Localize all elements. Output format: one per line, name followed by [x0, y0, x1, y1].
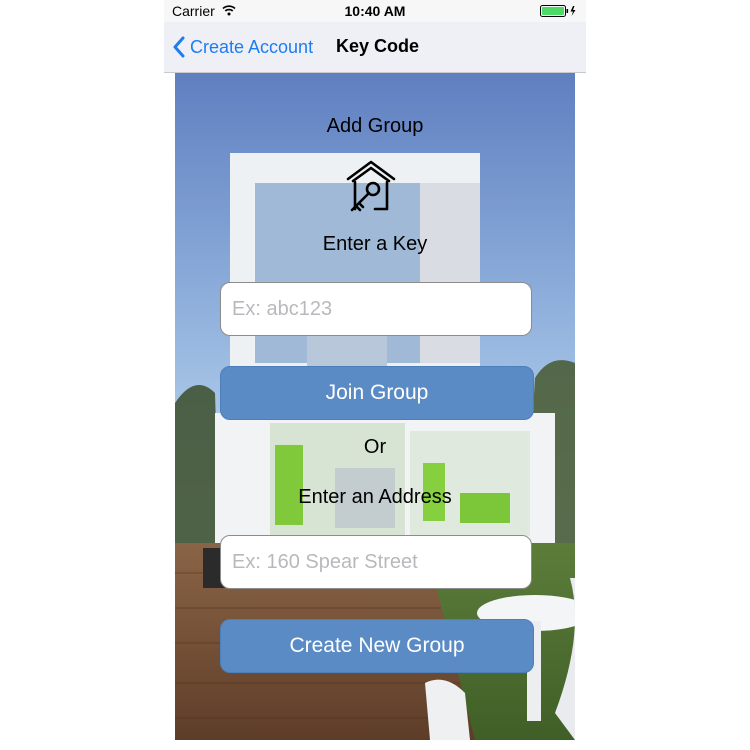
chevron-left-icon: [173, 36, 185, 58]
navigation-bar: Create Account Key Code: [164, 22, 586, 73]
battery-icon: [540, 5, 576, 17]
join-group-button[interactable]: Join Group: [220, 366, 534, 420]
back-button[interactable]: Create Account: [172, 35, 313, 59]
nav-title: Key Code: [336, 36, 420, 56]
enter-address-label: Enter an Address: [298, 486, 452, 508]
clock-time: 10:40 AM: [344, 3, 406, 19]
key-input[interactable]: [220, 282, 532, 336]
house-key-icon: [346, 160, 396, 212]
create-new-group-button[interactable]: Create New Group: [220, 619, 534, 673]
main-content: Add Group Enter a Key Join Group Or Ente…: [175, 73, 575, 740]
back-button-label: Create Account: [190, 36, 314, 57]
or-label: Or: [363, 436, 387, 458]
enter-key-label: Enter a Key: [322, 233, 428, 255]
phone-screen: Carrier 10:40 AM Create Account Key Code: [164, 0, 586, 750]
status-bar: Carrier 10:40 AM: [164, 0, 586, 22]
add-group-heading: Add Group: [326, 115, 424, 137]
address-input[interactable]: [220, 535, 532, 589]
